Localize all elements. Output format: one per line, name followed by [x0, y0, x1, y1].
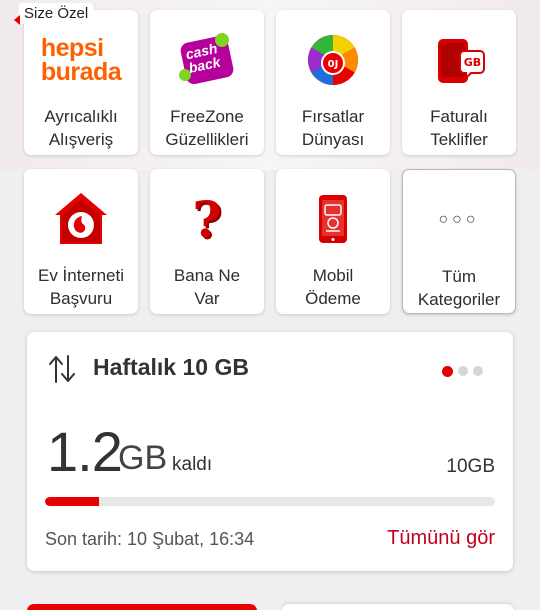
remaining-amount: 1.2 [47, 420, 123, 483]
tile-what-for-me[interactable]: ? Bana Ne Var [150, 169, 264, 314]
cashback-icon: cash back [172, 30, 242, 90]
tile-freezone[interactable]: cash back FreeZone Güzellikleri [150, 10, 264, 155]
home-vodafone-icon [46, 189, 116, 249]
phone-gb-icon: GB [424, 30, 494, 90]
package-title: Haftalık 10 GB [93, 354, 249, 380]
tile-label: Faturalı Teklifler [430, 107, 488, 149]
tile-all-categories[interactable]: ○○○ Tüm Kategoriler [402, 169, 516, 314]
usage-progress-fill [45, 497, 99, 506]
tile-mobile-payment[interactable]: Mobil Ödeme [276, 169, 390, 314]
special-for-you-tooltip: Size Özel [13, 3, 94, 25]
tile-label: Tüm Kategoriler [417, 267, 501, 309]
data-transfer-icon [49, 355, 75, 383]
carousel-dot[interactable] [458, 366, 468, 376]
tile-postpaid-offers[interactable]: GB Faturalı Teklifler [402, 10, 516, 155]
carousel-dot-active[interactable] [442, 365, 453, 377]
prize-wheel-icon: 0J [298, 30, 368, 90]
next-card-left[interactable] [27, 604, 257, 610]
next-card-right[interactable] [282, 604, 514, 610]
category-grid: hepsi burada Ayrıcalıklı Alışveriş cash … [24, 10, 516, 314]
usage-progress-bar [45, 497, 495, 506]
remaining-label: kaldı [172, 454, 213, 475]
tile-label: Bana Ne Var [173, 266, 241, 308]
mobile-payment-icon [298, 189, 368, 249]
svg-text:GB: GB [464, 56, 481, 69]
expiry-date: Son tarih: 10 Şubat, 16:34 [45, 529, 255, 549]
carousel-dot[interactable] [473, 366, 483, 376]
tile-exclusive-shopping[interactable]: hepsi burada Ayrıcalıklı Alışveriş [24, 10, 138, 155]
more-dots-icon: ○○○ [438, 211, 480, 228]
tile-label: Mobil Ödeme [305, 266, 361, 308]
see-all-link[interactable]: Tümünü gör [387, 527, 495, 550]
tile-opportunities[interactable]: 0J Fırsatlar Dünyası [276, 10, 390, 155]
data-usage-card[interactable]: Haftalık 10 GB 1.2 GB kaldı 10GB Son tar… [27, 332, 513, 571]
tile-label: Ev İnterneti Başvuru [38, 266, 124, 308]
remaining-unit: GB [118, 439, 168, 477]
tile-home-internet[interactable]: Ev İnterneti Başvuru [24, 169, 138, 314]
hepsiburada-logo: hepsi burada [40, 34, 122, 86]
carousel-indicator[interactable] [442, 365, 483, 377]
tile-label: Fırsatlar Dünyası [301, 107, 365, 149]
tile-label: FreeZone Güzellikleri [165, 107, 249, 149]
question-mark-icon: ? [192, 189, 222, 249]
svg-text:0J: 0J [328, 59, 339, 70]
total-allowance: 10GB [446, 456, 495, 477]
tile-label: Ayrıcalıklı Alışveriş [44, 107, 118, 149]
